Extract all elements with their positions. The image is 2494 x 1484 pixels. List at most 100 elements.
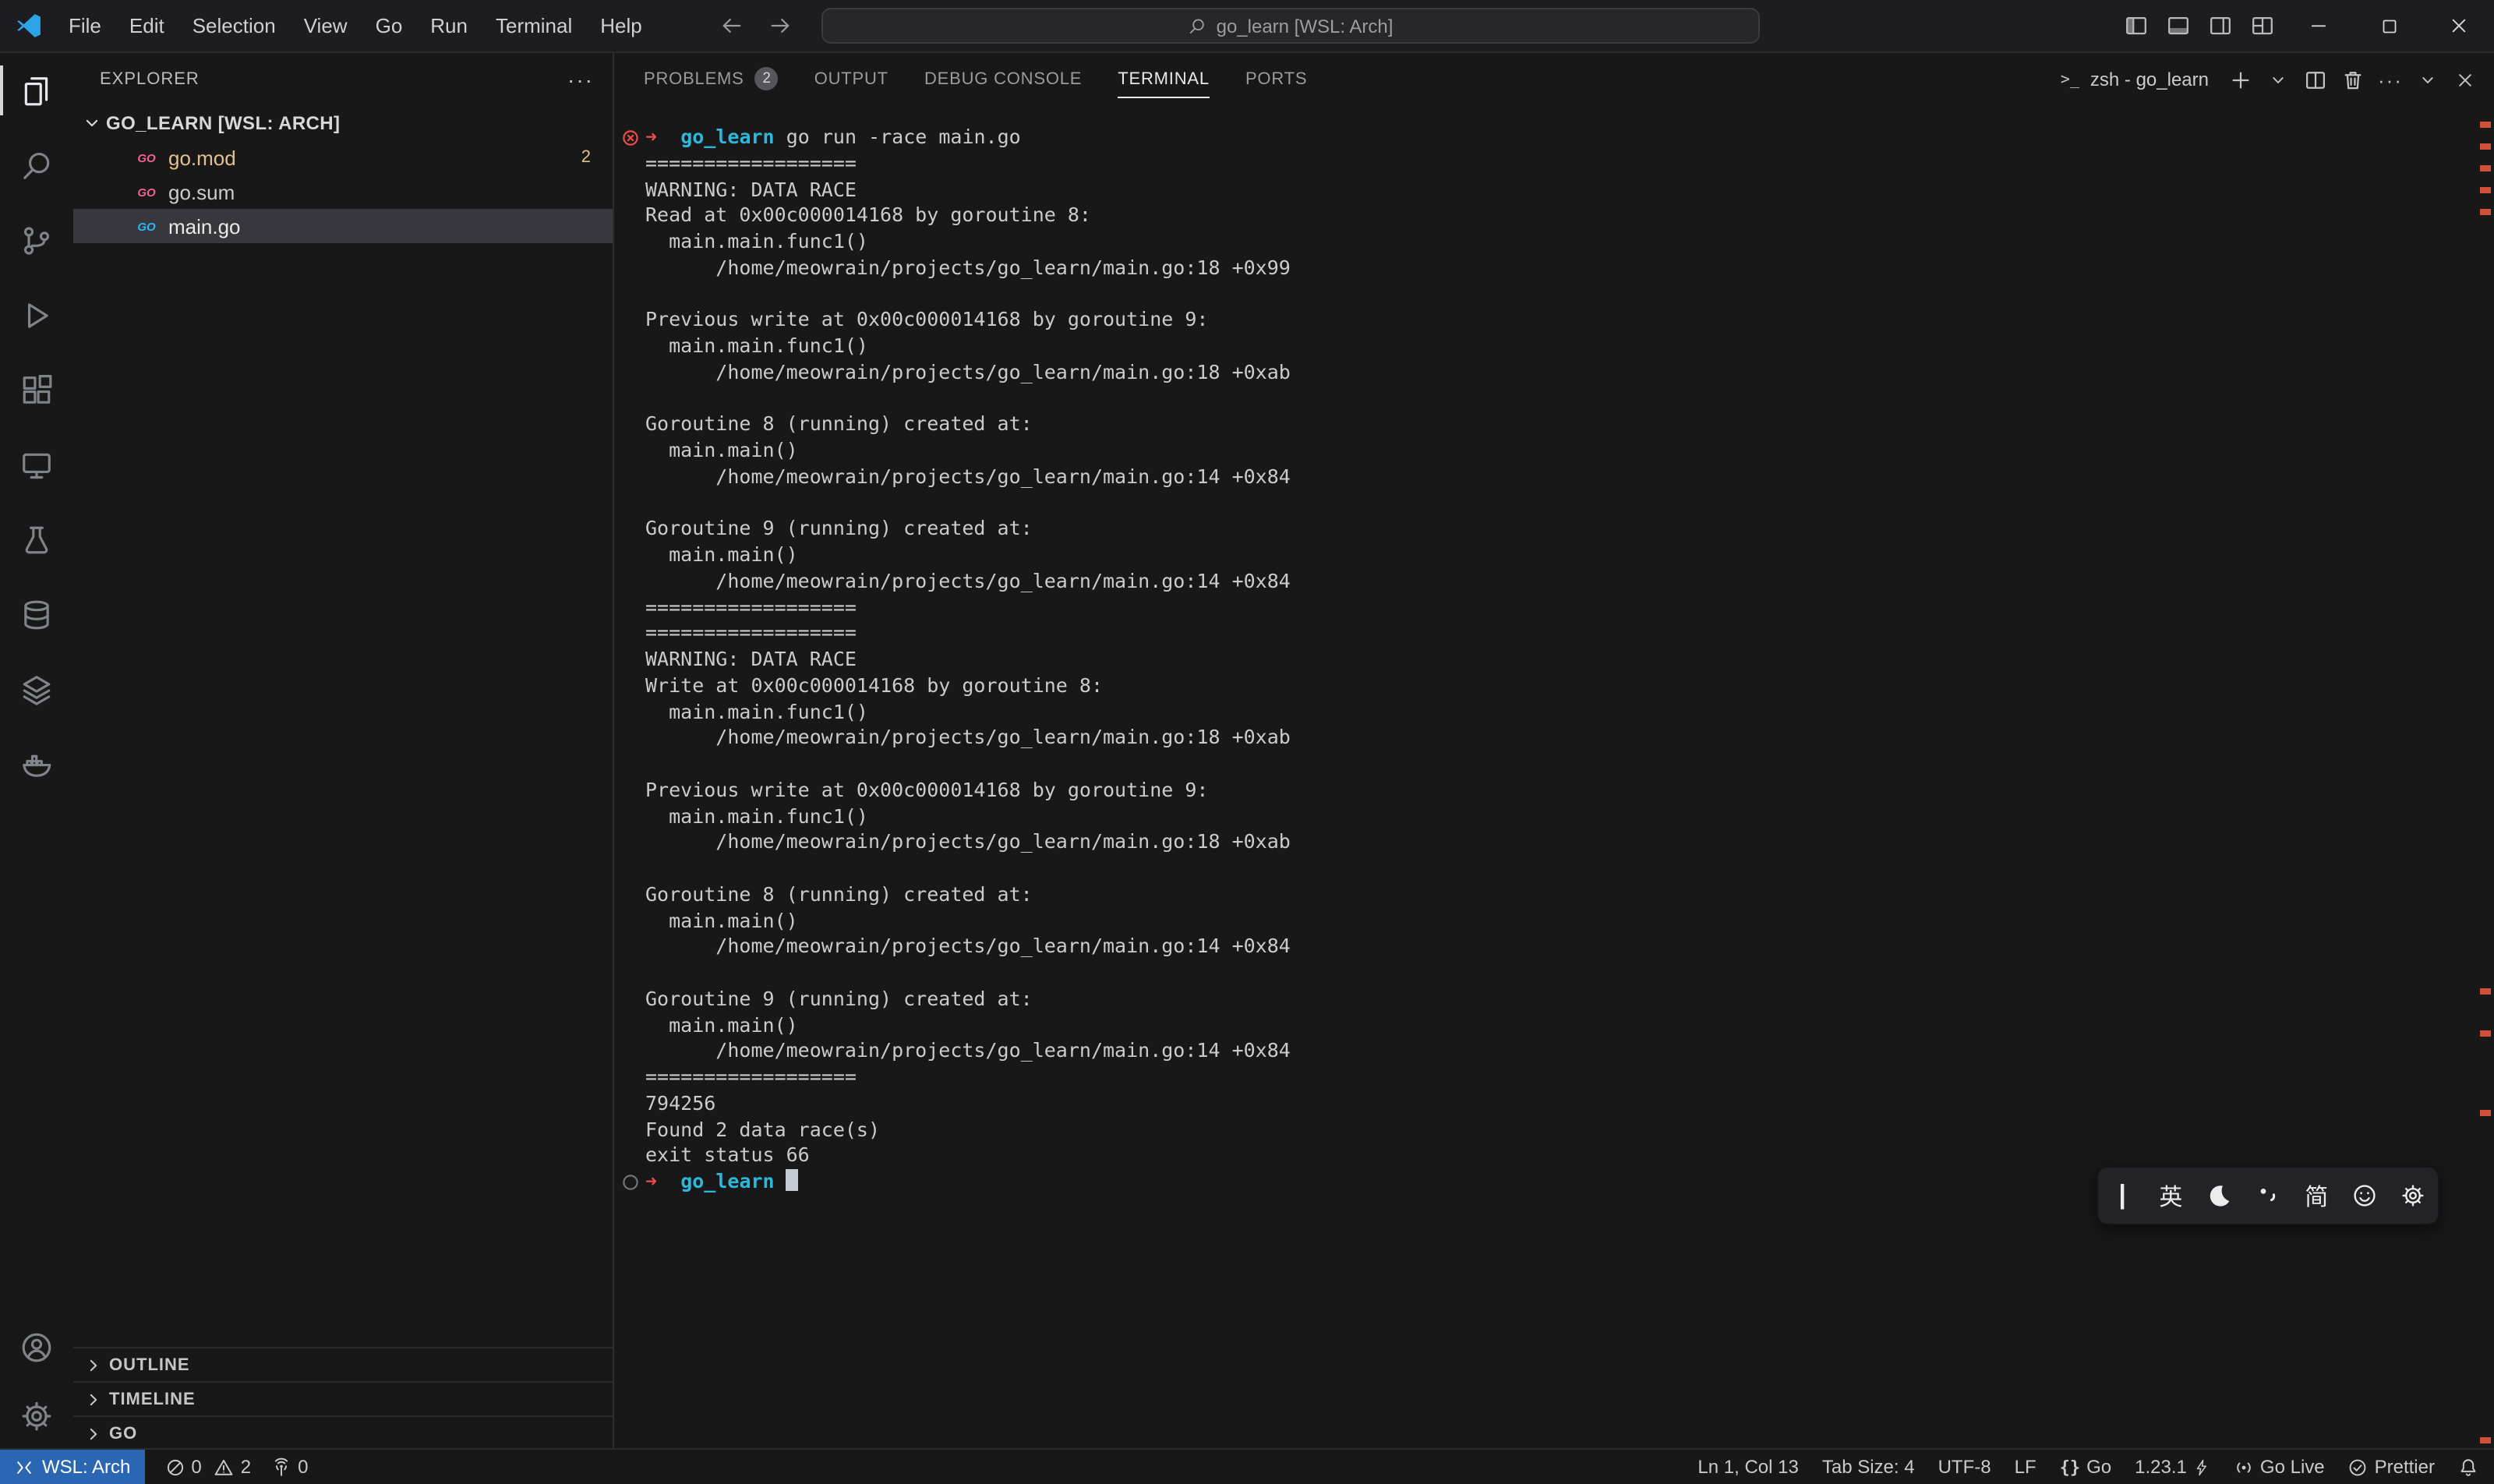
activity-source-control[interactable] bbox=[0, 203, 73, 277]
ime-language-mode[interactable]: 英 bbox=[2150, 1174, 2191, 1217]
bottom-panel: PROBLEMS2 OUTPUT DEBUG CONSOLE TERMINAL … bbox=[614, 53, 2494, 1450]
overview-error-mark bbox=[2480, 1437, 2491, 1443]
toggle-panel-icon[interactable] bbox=[2157, 0, 2199, 51]
overview-error-mark bbox=[2480, 1110, 2491, 1116]
command-center[interactable]: go_learn [WSL: Arch] bbox=[821, 8, 1760, 44]
menu-item[interactable]: Terminal bbox=[482, 0, 586, 51]
maximize-button[interactable] bbox=[2354, 0, 2424, 51]
panel-tab[interactable]: TERMINAL bbox=[1118, 53, 1210, 106]
activity-remote-explorer[interactable] bbox=[0, 427, 73, 502]
command-pending-decoration[interactable] bbox=[622, 1174, 639, 1191]
menu-item[interactable]: Run bbox=[416, 0, 482, 51]
panel-tab-label: PORTS bbox=[1245, 70, 1307, 89]
panel-tab[interactable]: DEBUG CONSOLE bbox=[924, 53, 1082, 106]
encoding-status[interactable]: UTF-8 bbox=[1938, 1456, 1991, 1478]
ime-halfwidth-moon-icon[interactable] bbox=[2199, 1174, 2240, 1217]
forward-arrow-icon[interactable] bbox=[768, 14, 792, 37]
search-icon bbox=[20, 149, 53, 182]
terminal-selector[interactable]: >_ zsh - go_learn bbox=[2059, 69, 2209, 90]
titlebar-controls bbox=[2115, 0, 2494, 51]
go-version-status[interactable]: 1.23.1 bbox=[2135, 1456, 2210, 1478]
sidebar-section[interactable]: TIMELINE bbox=[73, 1381, 613, 1415]
activity-search[interactable] bbox=[0, 128, 73, 203]
error-icon bbox=[164, 1457, 185, 1477]
close-button[interactable] bbox=[2424, 0, 2494, 51]
activity-docker[interactable] bbox=[0, 726, 73, 801]
ime-punctuation-icon[interactable] bbox=[2248, 1174, 2288, 1217]
sidebar-section[interactable]: GO bbox=[73, 1415, 613, 1450]
file-row-go-sum[interactable]: GO go.sum bbox=[73, 175, 613, 209]
menu-item[interactable]: Go bbox=[362, 0, 417, 51]
prettier-status[interactable]: Prettier bbox=[2348, 1456, 2435, 1478]
chevron-down-icon bbox=[81, 112, 103, 134]
tab-badge: 2 bbox=[755, 67, 779, 90]
sidebar-section[interactable]: OUTLINE bbox=[73, 1347, 613, 1381]
root-folder-label: GO_LEARN [WSL: ARCH] bbox=[106, 112, 340, 134]
file-row-go-mod[interactable]: GO go.mod 2 bbox=[73, 140, 613, 175]
explorer-root-folder[interactable]: GO_LEARN [WSL: ARCH] bbox=[73, 106, 613, 140]
command-failed-decoration[interactable] bbox=[622, 129, 639, 147]
remote-indicator[interactable]: WSL: Arch bbox=[0, 1450, 144, 1484]
maximize-panel-icon[interactable] bbox=[2411, 62, 2444, 97]
terminal-prompt-icon: >_ bbox=[2059, 69, 2081, 90]
activity-run-debug[interactable] bbox=[0, 277, 73, 352]
terminal-scrollbar[interactable] bbox=[2475, 53, 2494, 1450]
terminal-output-line: /home/meowrain/projects/go_learn/main.go… bbox=[645, 256, 2469, 282]
menu-item[interactable]: File bbox=[55, 0, 115, 51]
ime-settings-gear-icon[interactable] bbox=[2393, 1174, 2434, 1217]
problems-status[interactable]: 0 2 bbox=[164, 1456, 251, 1478]
language-mode[interactable]: {}Go bbox=[2060, 1456, 2112, 1478]
new-terminal-icon[interactable] bbox=[2224, 62, 2257, 97]
panel-tab-bar: PROBLEMS2 OUTPUT DEBUG CONSOLE TERMINAL … bbox=[614, 53, 2494, 106]
back-arrow-icon[interactable] bbox=[720, 14, 744, 37]
ime-emoji-icon[interactable] bbox=[2345, 1174, 2386, 1217]
settings-button[interactable] bbox=[0, 1381, 73, 1450]
activity-extensions[interactable] bbox=[0, 352, 73, 427]
activity-testing[interactable] bbox=[0, 502, 73, 577]
run-debug-icon bbox=[20, 299, 53, 331]
file-row-main-go[interactable]: GO main.go bbox=[73, 209, 613, 243]
minimize-button[interactable] bbox=[2284, 0, 2354, 51]
terminal-output-line: main.main() bbox=[645, 438, 2469, 465]
activity-explorer[interactable] bbox=[0, 53, 73, 128]
explorer-title: EXPLORER bbox=[100, 70, 200, 89]
terminal-output-line: exit status 66 bbox=[645, 1143, 2469, 1170]
activity-layers[interactable] bbox=[0, 652, 73, 726]
menu-item[interactable]: Selection bbox=[178, 0, 290, 51]
customize-layout-icon[interactable] bbox=[2241, 0, 2284, 51]
activity-database[interactable] bbox=[0, 577, 73, 652]
split-terminal-icon[interactable] bbox=[2299, 62, 2332, 97]
menu-item[interactable]: Help bbox=[586, 0, 656, 51]
go-live-status[interactable]: Go Live bbox=[2234, 1456, 2325, 1478]
search-icon bbox=[1189, 16, 1207, 35]
indentation-status[interactable]: Tab Size: 4 bbox=[1822, 1456, 1915, 1478]
cursor-position[interactable]: Ln 1, Col 13 bbox=[1697, 1456, 1798, 1478]
notifications-bell-icon[interactable] bbox=[2458, 1457, 2478, 1477]
terminal-dropdown-icon[interactable] bbox=[2262, 62, 2294, 97]
panel-more-actions-icon[interactable]: ··· bbox=[2374, 62, 2407, 97]
terminal-output-line: main.main.func1() bbox=[645, 804, 2469, 830]
menu-item[interactable]: View bbox=[290, 0, 362, 51]
overview-error-mark bbox=[2480, 143, 2491, 150]
eol-status[interactable]: LF bbox=[2015, 1456, 2037, 1478]
toggle-secondary-sidebar-icon[interactable] bbox=[2199, 0, 2241, 51]
kill-terminal-icon[interactable] bbox=[2337, 62, 2369, 97]
vscode-logo bbox=[14, 12, 42, 40]
ports-status[interactable]: 0 bbox=[271, 1456, 308, 1478]
terminal-output-line: main.main() bbox=[645, 1012, 2469, 1039]
explorer-more-actions-icon[interactable]: ··· bbox=[567, 67, 594, 92]
panel-tab[interactable]: PORTS bbox=[1245, 53, 1307, 106]
panel-tab-label: DEBUG CONSOLE bbox=[924, 70, 1082, 89]
panel-tab[interactable]: PROBLEMS2 bbox=[644, 53, 779, 106]
terminal-output-line: ================== bbox=[645, 595, 2469, 621]
prompt-cwd: go_learn bbox=[680, 1169, 774, 1192]
error-count: 0 bbox=[191, 1456, 201, 1478]
accounts-button[interactable] bbox=[0, 1313, 73, 1381]
ime-simplified-mode[interactable]: 简 bbox=[2296, 1174, 2337, 1217]
menu-item[interactable]: Edit bbox=[115, 0, 178, 51]
prompt-cwd: go_learn bbox=[680, 125, 774, 148]
toggle-sidebar-icon[interactable] bbox=[2115, 0, 2157, 51]
terminal-buffer: ➜ go_learn go run -race main.go ========… bbox=[645, 125, 2469, 1196]
terminal-view[interactable]: ➜ go_learn go run -race main.go ========… bbox=[614, 106, 2494, 1450]
panel-tab[interactable]: OUTPUT bbox=[814, 53, 888, 106]
